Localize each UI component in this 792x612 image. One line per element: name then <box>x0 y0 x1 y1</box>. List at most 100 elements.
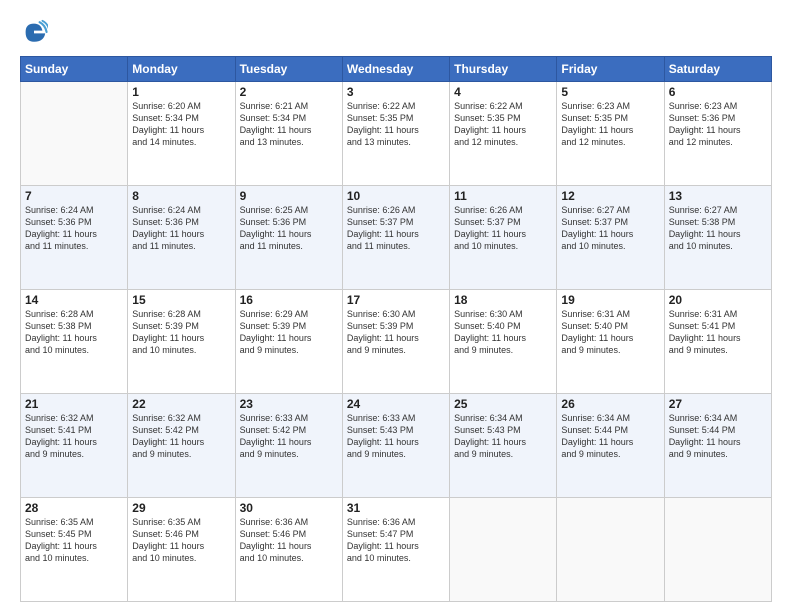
calendar-cell: 19Sunrise: 6:31 AM Sunset: 5:40 PM Dayli… <box>557 290 664 394</box>
day-number: 1 <box>132 85 230 99</box>
day-info: Sunrise: 6:20 AM Sunset: 5:34 PM Dayligh… <box>132 100 230 149</box>
calendar-cell <box>21 82 128 186</box>
day-info: Sunrise: 6:35 AM Sunset: 5:46 PM Dayligh… <box>132 516 230 565</box>
calendar-cell: 16Sunrise: 6:29 AM Sunset: 5:39 PM Dayli… <box>235 290 342 394</box>
calendar-cell <box>557 498 664 602</box>
calendar-cell: 17Sunrise: 6:30 AM Sunset: 5:39 PM Dayli… <box>342 290 449 394</box>
day-number: 12 <box>561 189 659 203</box>
day-number: 26 <box>561 397 659 411</box>
day-info: Sunrise: 6:24 AM Sunset: 5:36 PM Dayligh… <box>25 204 123 253</box>
calendar-header-monday: Monday <box>128 57 235 82</box>
day-number: 17 <box>347 293 445 307</box>
calendar-cell: 7Sunrise: 6:24 AM Sunset: 5:36 PM Daylig… <box>21 186 128 290</box>
calendar-cell: 2Sunrise: 6:21 AM Sunset: 5:34 PM Daylig… <box>235 82 342 186</box>
day-info: Sunrise: 6:21 AM Sunset: 5:34 PM Dayligh… <box>240 100 338 149</box>
calendar-cell: 22Sunrise: 6:32 AM Sunset: 5:42 PM Dayli… <box>128 394 235 498</box>
calendar-cell: 28Sunrise: 6:35 AM Sunset: 5:45 PM Dayli… <box>21 498 128 602</box>
calendar-cell: 1Sunrise: 6:20 AM Sunset: 5:34 PM Daylig… <box>128 82 235 186</box>
day-info: Sunrise: 6:30 AM Sunset: 5:40 PM Dayligh… <box>454 308 552 357</box>
day-info: Sunrise: 6:27 AM Sunset: 5:37 PM Dayligh… <box>561 204 659 253</box>
day-info: Sunrise: 6:34 AM Sunset: 5:44 PM Dayligh… <box>561 412 659 461</box>
calendar-header-saturday: Saturday <box>664 57 771 82</box>
day-number: 18 <box>454 293 552 307</box>
day-info: Sunrise: 6:33 AM Sunset: 5:42 PM Dayligh… <box>240 412 338 461</box>
day-info: Sunrise: 6:36 AM Sunset: 5:47 PM Dayligh… <box>347 516 445 565</box>
calendar-cell: 9Sunrise: 6:25 AM Sunset: 5:36 PM Daylig… <box>235 186 342 290</box>
day-number: 14 <box>25 293 123 307</box>
calendar-cell <box>664 498 771 602</box>
day-info: Sunrise: 6:26 AM Sunset: 5:37 PM Dayligh… <box>454 204 552 253</box>
day-number: 21 <box>25 397 123 411</box>
calendar-cell: 11Sunrise: 6:26 AM Sunset: 5:37 PM Dayli… <box>450 186 557 290</box>
day-info: Sunrise: 6:22 AM Sunset: 5:35 PM Dayligh… <box>347 100 445 149</box>
logo <box>20 18 52 46</box>
calendar-cell: 4Sunrise: 6:22 AM Sunset: 5:35 PM Daylig… <box>450 82 557 186</box>
day-info: Sunrise: 6:22 AM Sunset: 5:35 PM Dayligh… <box>454 100 552 149</box>
day-number: 4 <box>454 85 552 99</box>
day-info: Sunrise: 6:33 AM Sunset: 5:43 PM Dayligh… <box>347 412 445 461</box>
calendar-week-row: 7Sunrise: 6:24 AM Sunset: 5:36 PM Daylig… <box>21 186 772 290</box>
day-info: Sunrise: 6:32 AM Sunset: 5:42 PM Dayligh… <box>132 412 230 461</box>
day-number: 23 <box>240 397 338 411</box>
day-number: 19 <box>561 293 659 307</box>
calendar-week-row: 1Sunrise: 6:20 AM Sunset: 5:34 PM Daylig… <box>21 82 772 186</box>
day-number: 31 <box>347 501 445 515</box>
day-number: 2 <box>240 85 338 99</box>
day-number: 3 <box>347 85 445 99</box>
calendar-cell: 8Sunrise: 6:24 AM Sunset: 5:36 PM Daylig… <box>128 186 235 290</box>
day-info: Sunrise: 6:23 AM Sunset: 5:36 PM Dayligh… <box>669 100 767 149</box>
day-number: 11 <box>454 189 552 203</box>
calendar-header-wednesday: Wednesday <box>342 57 449 82</box>
calendar-cell: 15Sunrise: 6:28 AM Sunset: 5:39 PM Dayli… <box>128 290 235 394</box>
calendar-cell: 3Sunrise: 6:22 AM Sunset: 5:35 PM Daylig… <box>342 82 449 186</box>
day-number: 10 <box>347 189 445 203</box>
calendar-cell: 13Sunrise: 6:27 AM Sunset: 5:38 PM Dayli… <box>664 186 771 290</box>
calendar-cell: 14Sunrise: 6:28 AM Sunset: 5:38 PM Dayli… <box>21 290 128 394</box>
calendar-cell: 21Sunrise: 6:32 AM Sunset: 5:41 PM Dayli… <box>21 394 128 498</box>
calendar-header-sunday: Sunday <box>21 57 128 82</box>
day-info: Sunrise: 6:34 AM Sunset: 5:44 PM Dayligh… <box>669 412 767 461</box>
day-number: 29 <box>132 501 230 515</box>
day-info: Sunrise: 6:23 AM Sunset: 5:35 PM Dayligh… <box>561 100 659 149</box>
calendar-cell: 31Sunrise: 6:36 AM Sunset: 5:47 PM Dayli… <box>342 498 449 602</box>
day-number: 13 <box>669 189 767 203</box>
day-number: 16 <box>240 293 338 307</box>
calendar-cell: 20Sunrise: 6:31 AM Sunset: 5:41 PM Dayli… <box>664 290 771 394</box>
calendar-header-thursday: Thursday <box>450 57 557 82</box>
calendar-cell: 27Sunrise: 6:34 AM Sunset: 5:44 PM Dayli… <box>664 394 771 498</box>
day-info: Sunrise: 6:32 AM Sunset: 5:41 PM Dayligh… <box>25 412 123 461</box>
calendar-cell: 5Sunrise: 6:23 AM Sunset: 5:35 PM Daylig… <box>557 82 664 186</box>
calendar-week-row: 14Sunrise: 6:28 AM Sunset: 5:38 PM Dayli… <box>21 290 772 394</box>
calendar-cell: 26Sunrise: 6:34 AM Sunset: 5:44 PM Dayli… <box>557 394 664 498</box>
calendar-cell <box>450 498 557 602</box>
calendar-week-row: 21Sunrise: 6:32 AM Sunset: 5:41 PM Dayli… <box>21 394 772 498</box>
day-number: 20 <box>669 293 767 307</box>
calendar-header-friday: Friday <box>557 57 664 82</box>
day-number: 28 <box>25 501 123 515</box>
calendar: SundayMondayTuesdayWednesdayThursdayFrid… <box>20 56 772 602</box>
day-info: Sunrise: 6:30 AM Sunset: 5:39 PM Dayligh… <box>347 308 445 357</box>
calendar-cell: 25Sunrise: 6:34 AM Sunset: 5:43 PM Dayli… <box>450 394 557 498</box>
day-number: 22 <box>132 397 230 411</box>
calendar-cell: 23Sunrise: 6:33 AM Sunset: 5:42 PM Dayli… <box>235 394 342 498</box>
header <box>20 18 772 46</box>
day-info: Sunrise: 6:31 AM Sunset: 5:40 PM Dayligh… <box>561 308 659 357</box>
calendar-cell: 30Sunrise: 6:36 AM Sunset: 5:46 PM Dayli… <box>235 498 342 602</box>
day-number: 15 <box>132 293 230 307</box>
calendar-cell: 6Sunrise: 6:23 AM Sunset: 5:36 PM Daylig… <box>664 82 771 186</box>
page: SundayMondayTuesdayWednesdayThursdayFrid… <box>0 0 792 612</box>
day-number: 6 <box>669 85 767 99</box>
calendar-header-row: SundayMondayTuesdayWednesdayThursdayFrid… <box>21 57 772 82</box>
day-info: Sunrise: 6:31 AM Sunset: 5:41 PM Dayligh… <box>669 308 767 357</box>
day-info: Sunrise: 6:26 AM Sunset: 5:37 PM Dayligh… <box>347 204 445 253</box>
day-number: 9 <box>240 189 338 203</box>
day-info: Sunrise: 6:25 AM Sunset: 5:36 PM Dayligh… <box>240 204 338 253</box>
day-info: Sunrise: 6:24 AM Sunset: 5:36 PM Dayligh… <box>132 204 230 253</box>
day-info: Sunrise: 6:27 AM Sunset: 5:38 PM Dayligh… <box>669 204 767 253</box>
day-info: Sunrise: 6:28 AM Sunset: 5:39 PM Dayligh… <box>132 308 230 357</box>
day-number: 24 <box>347 397 445 411</box>
day-number: 27 <box>669 397 767 411</box>
day-info: Sunrise: 6:36 AM Sunset: 5:46 PM Dayligh… <box>240 516 338 565</box>
day-number: 25 <box>454 397 552 411</box>
day-info: Sunrise: 6:29 AM Sunset: 5:39 PM Dayligh… <box>240 308 338 357</box>
